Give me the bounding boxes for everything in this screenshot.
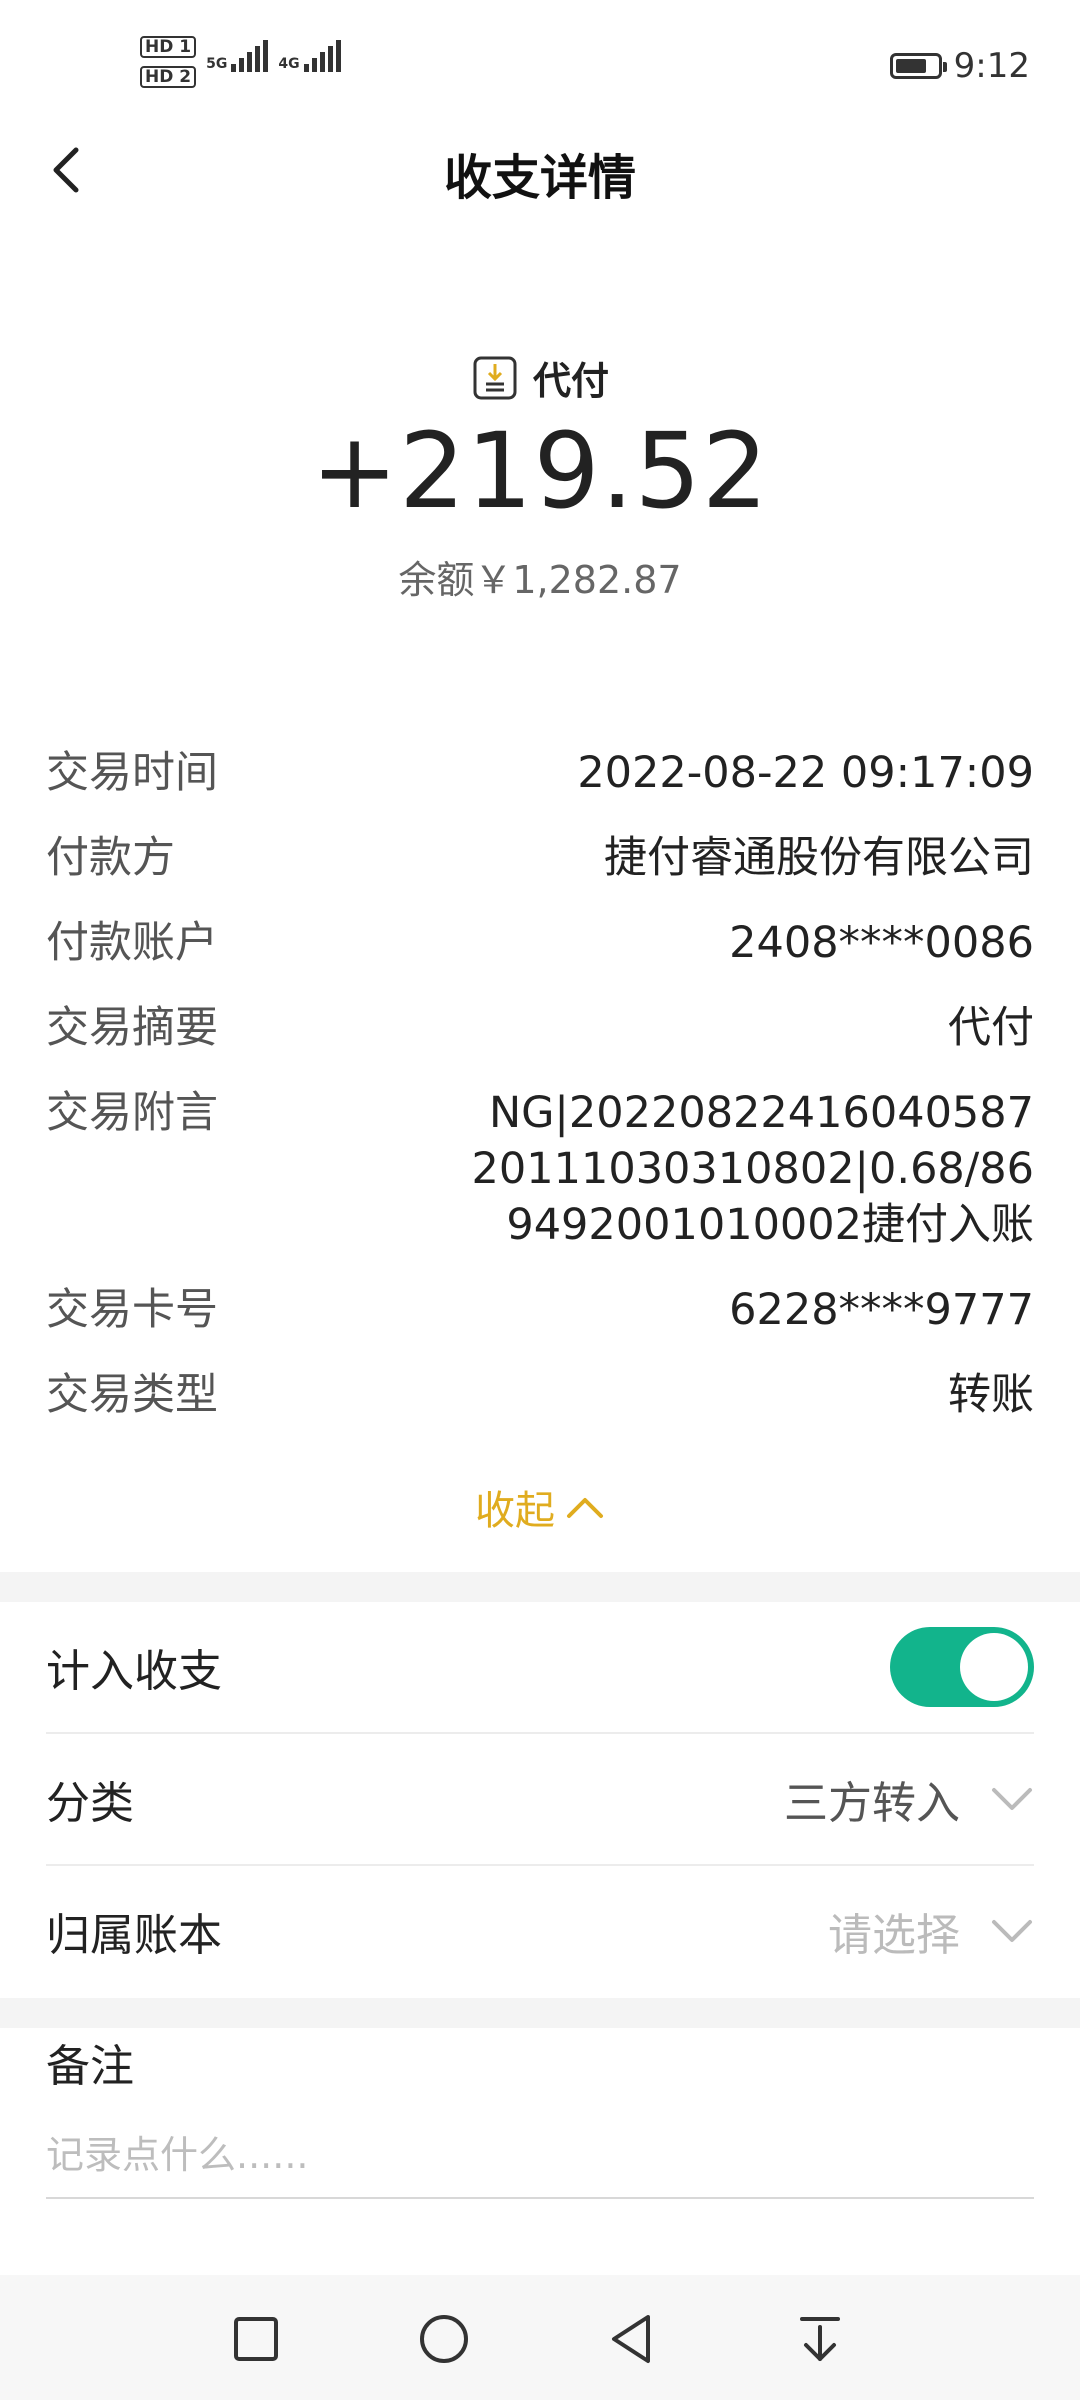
account-book-row[interactable]: 归属账本 请选择 (46, 1866, 1034, 1996)
detail-value: 转账 (948, 1370, 1034, 1420)
include-in-stats-row: 计入收支 (46, 1602, 1034, 1734)
detail-key: 交易附言 (46, 1088, 218, 1138)
battery-icon (889, 53, 947, 79)
collapse-button[interactable]: 收起 (0, 1478, 1080, 1536)
detail-key: 付款方 (46, 833, 175, 883)
category-label: 分类 (46, 1778, 134, 1829)
detail-value: 捷付睿通股份有限公司 (604, 833, 1034, 883)
section-divider (0, 1998, 1080, 2028)
detail-key: 交易卡号 (46, 1285, 218, 1335)
detail-value: NG|20220822416040587 20111030310802|0.68… (471, 1088, 1034, 1250)
chevron-down-icon (992, 1788, 1032, 1810)
page-title: 收支详情 (443, 150, 636, 206)
home-icon[interactable] (416, 2311, 472, 2367)
notification-pulldown-icon[interactable] (792, 2311, 848, 2367)
detail-value: 6228****9777 (729, 1285, 1034, 1335)
signal-5g-icon: 5G (206, 40, 269, 72)
account-book-label: 归属账本 (46, 1910, 222, 1961)
toggle-knob (960, 1633, 1028, 1701)
account-book-placeholder: 请选择 (828, 1910, 960, 1961)
section-divider (0, 1572, 1080, 1602)
remark-input[interactable]: 记录点什么...... (46, 2124, 1034, 2199)
recent-apps-icon[interactable] (228, 2311, 284, 2367)
detail-row-payer-account: 付款账户 2408****0086 (46, 915, 1034, 971)
sim2-badge: HD 2 (140, 66, 197, 88)
detail-row-time: 交易时间 2022-08-22 09:17:09 (46, 745, 1034, 801)
include-in-stats-label: 计入收支 (46, 1646, 222, 1697)
detail-value: 代付 (948, 1003, 1034, 1053)
detail-row-summary: 交易摘要 代付 (46, 1000, 1034, 1056)
remark-section: 备注 记录点什么...... (46, 2030, 1034, 2199)
signal-4g-icon: 4G (278, 40, 341, 72)
transaction-summary: 代付 +219.52 余额￥1,282.87 (0, 350, 1080, 604)
detail-value: 2022-08-22 09:17:09 (577, 748, 1034, 798)
category-row[interactable]: 分类 三方转入 (46, 1734, 1034, 1866)
back-nav-icon[interactable] (604, 2311, 660, 2367)
category-value: 三方转入 (784, 1778, 960, 1829)
chevron-up-icon (567, 1498, 603, 1518)
status-bar: HD 1 HD 2 5G 4G 9:12 (0, 0, 1080, 120)
detail-row-card: 交易卡号 6228****9777 (46, 1282, 1034, 1338)
top-app-bar: 收支详情 (0, 120, 1080, 220)
battery-status: 9:12 (889, 46, 1030, 86)
sim1-badge: HD 1 (140, 36, 197, 58)
include-in-stats-toggle[interactable] (890, 1627, 1034, 1707)
system-navigation-bar (0, 2275, 1080, 2400)
detail-row-payer: 付款方 捷付睿通股份有限公司 (46, 830, 1034, 886)
detail-key: 交易摘要 (46, 1003, 218, 1053)
collapse-label: 收起 (475, 1488, 555, 1534)
detail-key: 交易时间 (46, 748, 218, 798)
detail-key: 付款账户 (46, 918, 218, 968)
transaction-type-label: 代付 (532, 359, 609, 403)
detail-row-memo: 交易附言 NG|20220822416040587 20111030310802… (46, 1085, 1034, 1253)
battery-fill (895, 59, 926, 73)
signal-indicators: HD 1 HD 2 5G 4G (140, 36, 341, 88)
detail-key: 交易类型 (46, 1370, 218, 1420)
remark-label: 备注 (46, 2041, 134, 2092)
detail-row-type: 交易类型 转账 (46, 1367, 1034, 1423)
transaction-details: 交易时间 2022-08-22 09:17:09 付款方 捷付睿通股份有限公司 … (46, 745, 1034, 1452)
transaction-amount: +219.52 (310, 410, 770, 532)
clock: 9:12 (953, 46, 1030, 86)
receipt-icon (473, 356, 517, 399)
chevron-down-icon (992, 1920, 1032, 1942)
detail-value: 2408****0086 (729, 918, 1034, 968)
balance-text: 余额￥1,282.87 (398, 558, 682, 602)
